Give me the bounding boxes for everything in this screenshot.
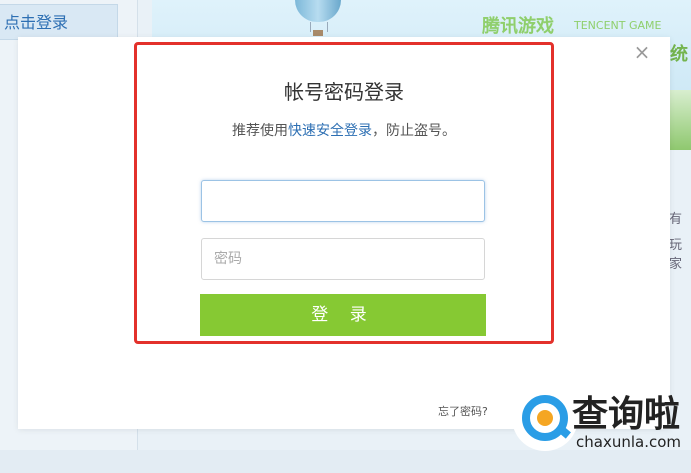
brand-logo-en: TENCENT GAME: [574, 19, 662, 32]
subtitle-prefix: 推荐使用: [232, 123, 288, 139]
watermark-text-en: chaxunla.com: [576, 433, 681, 451]
account-input[interactable]: [201, 180, 485, 222]
watermark-text-cn: 查询啦: [572, 394, 681, 435]
watermark-logo: 查询啦 chaxunla.com: [512, 383, 688, 453]
balloon-basket: [313, 30, 323, 36]
subtitle-suffix: ，防止盗号。: [372, 123, 456, 139]
brand-logo-cn: 腾讯游戏: [482, 16, 554, 37]
background-footer: [0, 450, 691, 473]
dialog-title: 帐号密码登录: [284, 80, 404, 104]
background-side-text-1: 有: [669, 212, 683, 227]
dialog-subtitle: 推荐使用快速安全登录，防止盗号。: [138, 120, 550, 140]
background-login-tab[interactable]: 点击登录: [0, 4, 118, 40]
password-input[interactable]: [201, 238, 485, 280]
login-button[interactable]: 登 录: [200, 294, 486, 336]
close-icon[interactable]: ×: [628, 40, 656, 64]
search-q-dot: [537, 410, 553, 426]
quick-login-link[interactable]: 快速安全登录: [288, 123, 372, 139]
background-side-heading: 统: [670, 44, 688, 65]
forgot-password-link[interactable]: 忘了密码?: [438, 403, 488, 419]
background-side-text-2: 玩家: [669, 238, 683, 272]
background-grass-image: [668, 90, 691, 150]
